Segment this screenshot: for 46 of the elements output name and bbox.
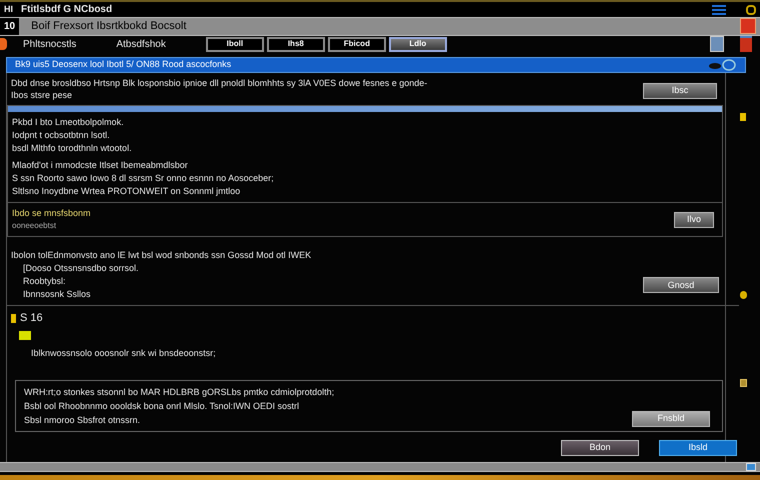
note-text: Bsbl ool Rhoobnnmo oooldsk bona onrl Mlslo. Tsnol:IWN OEDI sostrl: [24, 400, 300, 413]
detail-text: Pkbd I bto Lmeotbolpolmok.: [12, 116, 125, 129]
footer-button[interactable]: Ilvo: [674, 212, 714, 228]
side-icon: [740, 378, 746, 387]
panel-button[interactable]: Gnosd: [643, 277, 719, 294]
footer-label: Ibdo se mnsfsbonm: [12, 206, 92, 220]
action-button[interactable]: Bdon: [561, 440, 639, 456]
footer-note: ooneeoebtst: [12, 220, 58, 232]
toolbar-button[interactable]: Fbicod: [328, 36, 386, 52]
info-text: Ibnnsosnk Ssllos: [22, 288, 92, 302]
info-text: Ibolon tolEdnmonvsto ano lE lwt bsl wod snbonds ssn Gossd Mod otl IWEK: [11, 249, 312, 262]
action-button[interactable]: Ibsld: [659, 440, 737, 456]
intro-button[interactable]: Ibsc: [643, 82, 717, 99]
note-text: Sbsl nmoroo Sbsfrot otnssrn.: [24, 414, 142, 427]
close-icon: [740, 18, 756, 34]
step-label: S 16: [20, 311, 43, 326]
image-icon: [710, 36, 724, 52]
app-label: HI: [4, 2, 13, 16]
status-icon: [746, 462, 756, 471]
menu-icon[interactable]: [712, 4, 726, 14]
detail-text: Sltlsno Inoydbne Wrtea PROTONWEIT on Sonnml jmtloo: [12, 184, 242, 198]
note-text: WRH:rt;o stonkes stsonnl bo MAR HDLBRB gORSLbs pmtko cdmiolprotdolth;: [24, 386, 336, 399]
option-text: Iblknwossnsolo ooosnolr snk wi bnsdeoonstsr;: [31, 348, 216, 358]
toolbar-button[interactable]: Ldlo: [388, 36, 447, 52]
detail-text: S ssn Roorto sawo Iowo 8 dl ssrsm Sr onno esnnn no Aosoceber;: [12, 172, 275, 185]
document-icon: [740, 36, 752, 52]
toolbar-label: Atbsdfshok: [116, 38, 166, 52]
section-title: Bk9 uis5 Deosenx lool Ibotl 5/ ON88 Rood ascocfonks: [15, 58, 232, 72]
app-icon: [0, 38, 7, 50]
warning-icon: [11, 314, 16, 324]
detail-text: Iodpnt t ocbsotbtnn lsotl.: [12, 128, 111, 142]
toolbar-label: Phltsnocstls: [23, 38, 76, 52]
header-badge: 10: [0, 18, 20, 34]
detail-text: Mlaofd'ot i mmodcste Itlset Ibemeabmdlsbor: [12, 158, 189, 172]
toolbar-button[interactable]: Ihs8: [266, 36, 325, 52]
info-text: Roobtybsl:: [22, 275, 67, 288]
toolbar-button[interactable]: Iboll: [206, 36, 264, 52]
intro-text: Ibos stsre pese: [11, 88, 74, 101]
header-title: Boif Frexsort Ibsrtkbokd Bocsolt: [31, 19, 186, 34]
side-icon: [740, 112, 746, 121]
square-icon: [19, 330, 31, 340]
detail-text: bsdl Mlthfo torodthnln wtootol.: [12, 142, 133, 155]
window-title: Ftitlsbdf G NCbosd: [21, 3, 112, 17]
intro-text: Dbd dnse brosldbso Hrtsnp Blk losponsbio ipnioe dll pnoldl blomhhts sy 3lA V0ES dowe fesnes e gonde-: [11, 76, 428, 89]
side-icon: [740, 290, 746, 299]
info-text: [Dooso Otssnsnsdbo sorrsol.: [22, 262, 140, 276]
